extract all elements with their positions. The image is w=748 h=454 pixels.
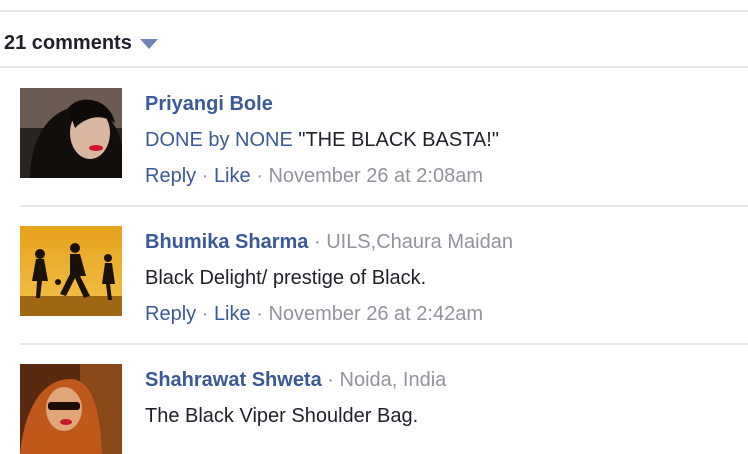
separator-dot: · (201, 303, 209, 325)
avatar-image (20, 364, 122, 454)
caret-down-icon (139, 39, 158, 49)
separator-dot: · (201, 165, 209, 187)
comment-timestamp[interactable]: November 26 at 2:08am (268, 165, 483, 187)
separator-dot: · (327, 369, 334, 391)
header-divider (0, 66, 748, 68)
comment-author-link[interactable]: Bhumika Sharma (145, 231, 308, 253)
comments-count-toggle[interactable]: 21 comments (4, 30, 158, 56)
comments-count-label: 21 comments (4, 31, 132, 54)
like-button[interactable]: Like (214, 303, 251, 325)
comment-text-link[interactable]: DONE by NONE (145, 129, 293, 151)
avatar[interactable] (20, 364, 122, 454)
comment-author-link[interactable]: Priyangi Bole (145, 93, 273, 115)
separator-dot: · (256, 165, 263, 187)
comment-author-link[interactable]: Shahrawat Shweta (145, 369, 322, 391)
comment-text: "THE BLACK BASTA!" (292, 129, 499, 151)
author-location: UILS,Chaura Maidan (326, 231, 513, 253)
reply-button[interactable]: Reply (145, 165, 196, 187)
comment-divider (20, 205, 748, 207)
comment-divider (20, 343, 748, 345)
author-location: Noida, India (339, 369, 447, 391)
comment-timestamp[interactable]: November 26 at 2:42am (268, 303, 483, 325)
separator-dot: · (256, 303, 263, 325)
reply-button[interactable]: Reply (145, 303, 196, 325)
separator-dot: · (313, 231, 321, 253)
avatar[interactable] (20, 88, 122, 178)
avatar-image (20, 88, 122, 178)
comment-text: Black Delight/ prestige of Black. (145, 267, 427, 289)
comment-text: The Black Viper Shoulder Bag. (145, 405, 419, 427)
avatar-image (20, 226, 122, 316)
top-divider (0, 10, 748, 12)
like-button[interactable]: Like (214, 165, 251, 187)
avatar[interactable] (20, 226, 122, 316)
